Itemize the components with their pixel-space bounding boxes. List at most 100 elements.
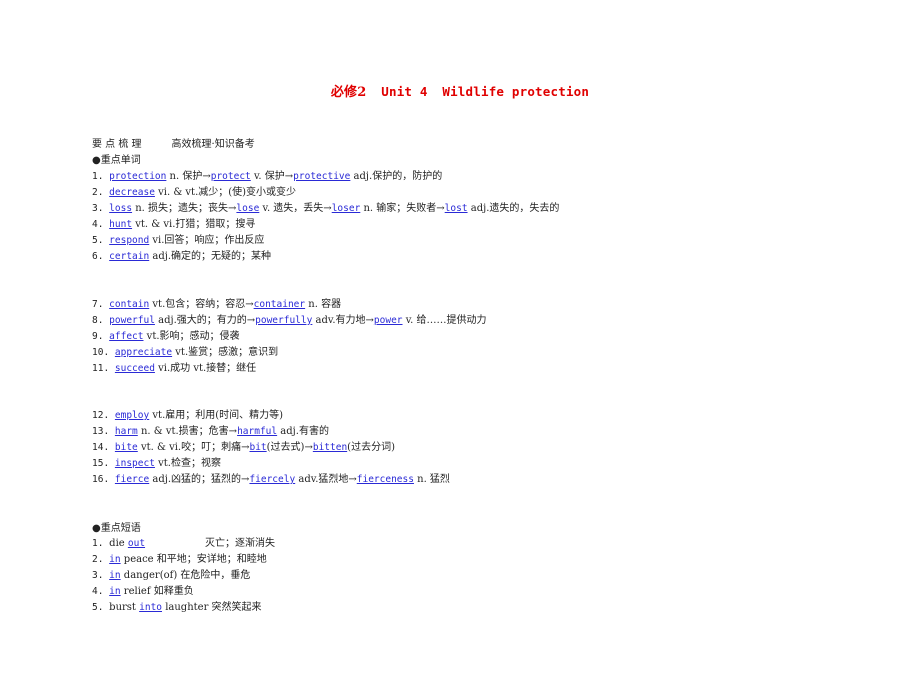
vocab-text: v. 遗失，丢失→ xyxy=(259,203,332,214)
keyword-link[interactable]: decrease xyxy=(109,187,155,198)
keyword-link[interactable]: harmful xyxy=(237,426,277,437)
keyword-link[interactable]: into xyxy=(139,602,162,613)
keyword-link[interactable]: harm xyxy=(115,426,138,437)
vocab-item: 8. powerful adj.强大的；有力的→powerfully adv.有… xyxy=(92,314,487,328)
phrase-item: 4. in relief 如释重负 xyxy=(92,585,194,599)
vocab-text: adj.强大的；有力的→ xyxy=(154,315,256,326)
vocab-text: n. 损失；遗失；丧失→ xyxy=(132,203,237,214)
vocab-item: 9. affect vt.影响；感动；侵袭 xyxy=(92,330,240,344)
vocab-text: vi. & vt.减少；(使)变小或变少 xyxy=(154,187,297,198)
keyword-link[interactable]: protective xyxy=(293,171,350,182)
keyword-link[interactable]: powerful xyxy=(109,315,155,326)
header-label: 要 点 梳 理 xyxy=(92,139,142,150)
keyword-link[interactable]: inspect xyxy=(115,458,155,469)
vocab-text: n. 输家；失败者→ xyxy=(360,203,445,214)
vocab-number: 4. xyxy=(92,219,110,230)
vocab-number: 3. xyxy=(92,203,110,214)
keyword-link[interactable]: out xyxy=(128,538,145,549)
keyword-link[interactable]: in xyxy=(109,570,120,581)
keyword-link[interactable]: succeed xyxy=(115,363,155,374)
keyword-link[interactable]: power xyxy=(374,315,403,326)
vocab-text: adj.有害的 xyxy=(277,426,329,437)
phrase-text: burst xyxy=(109,602,140,613)
vocab-text: adj.遗失的，失去的 xyxy=(467,203,560,214)
keyword-link[interactable]: fiercely xyxy=(249,474,295,485)
keyword-link[interactable]: hunt xyxy=(109,219,132,230)
phrase-number: 5. xyxy=(92,602,110,613)
page-title: 必修2 Unit 4 Wildlife protection xyxy=(0,81,920,100)
keyword-link[interactable]: contain xyxy=(109,299,149,310)
keyword-link[interactable]: employ xyxy=(115,410,149,421)
keyword-link[interactable]: bit xyxy=(249,442,266,453)
section-header: 要 点 梳 理 高效梳理·知识备考 xyxy=(92,138,255,152)
keyword-link[interactable]: in xyxy=(109,586,120,597)
keyword-link[interactable]: fierceness xyxy=(357,474,414,485)
vocab-number: 2. xyxy=(92,187,110,198)
keyword-link[interactable]: affect xyxy=(109,331,143,342)
header-subtitle: 高效梳理·知识备考 xyxy=(171,139,255,150)
phrase-text: relief 如释重负 xyxy=(120,586,194,597)
vocab-number: 6. xyxy=(92,251,110,262)
keyword-link[interactable]: bitten xyxy=(313,442,347,453)
vocab-item: 16. fierce adj.凶猛的；猛烈的→fiercely adv.猛烈地→… xyxy=(92,473,450,487)
vocab-number: 8. xyxy=(92,315,110,326)
keyword-link[interactable]: in xyxy=(109,554,120,565)
vocab-item: 11. succeed vi.成功 vt.接替；继任 xyxy=(92,362,256,376)
keyword-link[interactable]: loss xyxy=(109,203,132,214)
title-topic: Wildlife protection xyxy=(442,84,590,99)
vocab-text: n. & vt.损害；危害→ xyxy=(137,426,238,437)
phrase-number: 1. xyxy=(92,538,110,549)
vocab-text: vt.鉴赏；感激；意识到 xyxy=(172,347,279,358)
vocab-text: adj.确定的；无疑的；某种 xyxy=(149,251,272,262)
phrase-text: 灭亡；逐渐消失 xyxy=(205,538,276,549)
phrase-number: 4. xyxy=(92,586,110,597)
title-module: 必修2 xyxy=(330,85,367,100)
phrase-section-heading: ●重点短语 xyxy=(92,523,141,534)
vocab-text: n. 猛烈 xyxy=(413,474,450,485)
phrase-item: 5. burst into laughter 突然笑起来 xyxy=(92,601,262,615)
vocab-text: vi.成功 vt.接替；继任 xyxy=(154,363,257,374)
vocab-text: (过去式)→ xyxy=(266,442,313,453)
vocab-text: adj.保护的，防护的 xyxy=(350,171,443,182)
vocab-item: 14. bite vt. & vi.咬；叮；刺痛→bit(过去式)→bitten… xyxy=(92,441,395,455)
phrase-text: danger(of) 在危险中，垂危 xyxy=(120,570,251,581)
vocab-text: vt. & vi.咬；叮；刺痛→ xyxy=(137,442,250,453)
keyword-link[interactable]: respond xyxy=(109,235,149,246)
keyword-link[interactable]: loser xyxy=(332,203,361,214)
keyword-link[interactable]: lose xyxy=(236,203,259,214)
vocab-item: 2. decrease vi. & vt.减少；(使)变小或变少 xyxy=(92,186,296,200)
keyword-link[interactable]: protection xyxy=(109,171,166,182)
keyword-link[interactable]: certain xyxy=(109,251,149,262)
phrase-number: 2. xyxy=(92,554,110,565)
vocab-text: vt.检查；视察 xyxy=(154,458,221,469)
phrase-item: 3. in danger(of) 在危险中，垂危 xyxy=(92,569,250,583)
vocab-item: 12. employ vt.雇用；利用(时间、精力等) xyxy=(92,409,283,423)
vocab-text: vi.回答；响应；作出反应 xyxy=(149,235,265,246)
vocab-item: 15. inspect vt.检查；视察 xyxy=(92,457,221,471)
vocab-item: 5. respond vi.回答；响应；作出反应 xyxy=(92,234,264,248)
vocab-text: v. 给……提供动力 xyxy=(402,315,487,326)
vocab-item: 10. appreciate vt.鉴赏；感激；意识到 xyxy=(92,346,278,360)
keyword-link[interactable]: lost xyxy=(445,203,468,214)
keyword-link[interactable]: container xyxy=(254,299,305,310)
vocab-item: 1. protection n. 保护→protect v. 保护→protec… xyxy=(92,170,442,184)
phrase-text: peace 和平地；安详地；和睦地 xyxy=(120,554,267,565)
vocab-number: 16. xyxy=(92,474,115,485)
keyword-link[interactable]: bite xyxy=(115,442,138,453)
vocab-text: n. 保护→ xyxy=(166,171,211,182)
vocab-item: 4. hunt vt. & vi.打猎；猎取；搜寻 xyxy=(92,218,255,232)
vocab-text: n. 容器 xyxy=(305,299,342,310)
keyword-link[interactable]: powerfully xyxy=(255,315,312,326)
vocab-section-heading: ●重点单词 xyxy=(92,155,141,166)
phrase-text: laughter 突然笑起来 xyxy=(162,602,262,613)
vocab-text: vt.包含；容纳；容忍→ xyxy=(149,299,254,310)
vocab-item: 7. contain vt.包含；容纳；容忍→container n. 容器 xyxy=(92,298,341,312)
keyword-link[interactable]: fierce xyxy=(115,474,149,485)
vocab-number: 12. xyxy=(92,410,115,421)
vocab-number: 13. xyxy=(92,426,115,437)
vocab-text: v. 保护→ xyxy=(250,171,294,182)
vocab-text: adv.有力地→ xyxy=(312,315,374,326)
keyword-link[interactable]: appreciate xyxy=(115,347,172,358)
keyword-link[interactable]: protect xyxy=(211,171,251,182)
vocab-item: 6. certain adj.确定的；无疑的；某种 xyxy=(92,250,271,264)
